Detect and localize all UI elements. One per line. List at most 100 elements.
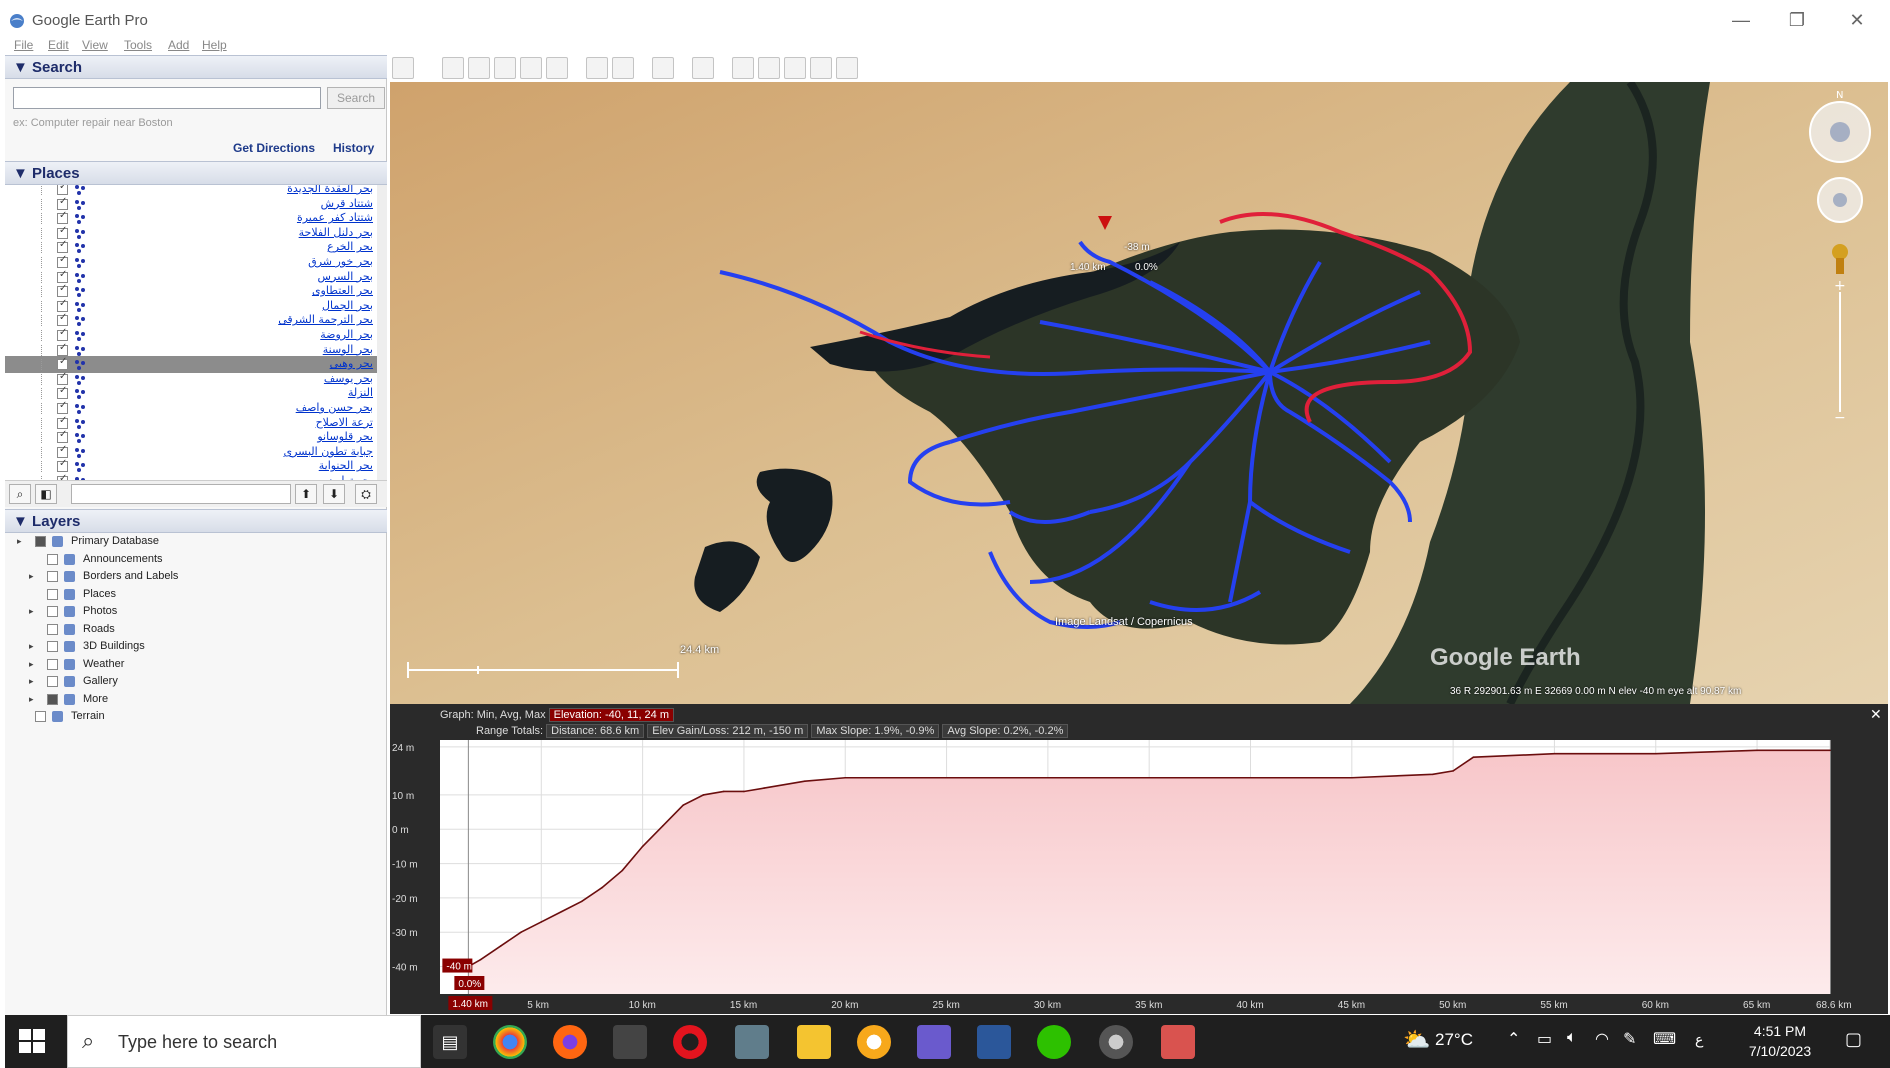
move-down-icon[interactable]: ⬇ [323,484,345,504]
layer-item[interactable]: Announcements [17,551,377,568]
layer-item[interactable]: ▸ Borders and Labels [17,568,377,585]
history-link[interactable]: History [333,141,374,155]
get-directions-link[interactable]: Get Directions [233,141,315,155]
places-panel-header[interactable]: ▼ Places [5,161,387,185]
place-item-label[interactable]: ترعة الاصلاح [316,416,373,429]
tour-icon[interactable]: ⛭ [355,484,377,504]
earth-globe-icon[interactable] [836,57,858,79]
close-button[interactable]: ✕ [1842,8,1872,32]
google-earth-taskbar-icon[interactable] [1099,1025,1133,1059]
place-checkbox[interactable] [57,283,68,298]
place-checkbox[interactable] [57,458,68,473]
place-checkbox[interactable] [57,429,68,444]
place-item-label[interactable]: بحر خور شرق [308,255,373,268]
chevron-up-icon[interactable]: ⌃ [1507,1029,1520,1049]
opera-icon[interactable] [673,1025,707,1059]
place-item-label[interactable]: النزلة [348,386,373,399]
sunlight-icon[interactable] [612,57,634,79]
clock-date[interactable]: 7/10/2023 [1735,1043,1825,1059]
zoom-out-icon[interactable]: − [1834,410,1846,426]
search-input[interactable] [13,87,321,109]
place-checkbox[interactable] [57,254,68,268]
place-item-label[interactable]: بحر الجمال [322,299,373,312]
chrome-icon[interactable] [493,1025,527,1059]
menu-view[interactable]: View [82,38,108,52]
expand-arrow-icon[interactable]: ▸ [29,571,34,582]
calculator-icon[interactable] [735,1025,769,1059]
place-item-label[interactable]: بحر الحنواية [319,459,373,472]
volume-icon[interactable]: 🔈︎ [1567,1029,1577,1047]
place-item-label[interactable]: بحر دلنل الفلاحة [299,226,373,239]
expand-arrow-icon[interactable]: ▸ [29,694,34,705]
email-icon[interactable] [732,57,754,79]
place-item-label[interactable]: بحر تطون [327,474,373,480]
record-tour-icon[interactable] [546,57,568,79]
place-item-label[interactable]: بحر الخرع [327,240,373,253]
place-checkbox[interactable] [57,415,68,429]
place-checkbox[interactable] [57,269,68,283]
elevation-chart[interactable]: 24 m 10 m 0 m -10 m -20 m -30 m -40 m 5 km 10 km… [390,704,1888,1014]
expand-arrow-icon[interactable]: ▸ [17,536,22,547]
browser-shield-icon[interactable] [857,1025,891,1059]
street-view-pegman-icon[interactable] [1832,244,1848,260]
layer-item[interactable]: ▸ Gallery [17,673,377,690]
layer-checkbox[interactable] [47,571,58,582]
expand-arrow-icon[interactable]: ▸ [29,659,34,670]
view-in-maps-icon[interactable] [810,57,832,79]
menu-tools[interactable]: Tools [124,38,152,52]
places-filter-input[interactable] [71,484,291,504]
task-view-icon[interactable]: ▤ [433,1025,467,1059]
pen-icon[interactable]: ✎ [1623,1029,1636,1049]
place-item-label[interactable]: شتتاد قرش [321,197,373,210]
keyboard-icon[interactable]: ⌨ [1653,1029,1676,1049]
place-checkbox[interactable] [57,210,68,225]
place-checkbox[interactable] [57,239,68,254]
menu-file[interactable]: File [14,38,33,52]
windows-start-icon[interactable] [19,1029,47,1055]
layers-panel-header[interactable]: ▼ Layers [5,509,387,533]
place-item-label[interactable]: شتتاد كفر عميرة [297,211,373,224]
search-places-icon[interactable]: ⌕ [9,484,31,504]
layer-checkbox[interactable] [47,553,58,565]
layer-checkbox[interactable] [47,588,58,600]
layer-checkbox[interactable] [47,658,58,670]
search-button[interactable]: Search [327,87,385,109]
app-bird-icon[interactable] [917,1025,951,1059]
wifi-icon[interactable]: ◠ [1595,1029,1609,1049]
place-item-label[interactable]: بحر حسن واصف [296,401,373,414]
print-icon[interactable] [758,57,780,79]
place-item-label[interactable]: بحر العتطاوى [312,284,373,297]
file-explorer-icon[interactable] [797,1025,831,1059]
expand-arrow-icon[interactable]: ▸ [29,676,34,687]
place-item-label[interactable]: بحر قلوسانو [317,430,373,443]
place-checkbox[interactable] [57,444,68,458]
expand-arrow-icon[interactable]: ▸ [29,606,34,617]
layer-checkbox[interactable] [47,641,58,652]
search-panel-header[interactable]: ▼ Search [5,55,387,79]
sidebar-toggle-icon[interactable] [392,57,414,79]
polygon-icon[interactable] [468,57,490,79]
placemark-icon[interactable] [442,57,464,79]
snipping-tool-icon[interactable] [1161,1025,1195,1059]
places-scrollbar[interactable] [377,185,387,480]
layer-item[interactable]: Places [17,586,377,603]
place-checkbox[interactable] [57,400,68,414]
place-checkbox[interactable] [57,196,68,210]
place-checkbox[interactable] [57,356,68,371]
calendar-app-icon[interactable] [613,1025,647,1059]
place-item-label[interactable]: بحر الترجمة الشرقى [278,313,373,326]
place-checkbox[interactable] [57,327,68,341]
taskbar-search-box[interactable]: ⌕ Type here to search [67,1015,421,1068]
layer-checkbox[interactable] [47,693,58,705]
place-checkbox[interactable] [57,185,68,195]
place-item-label[interactable]: بحر الروضة [320,328,373,341]
path-icon[interactable] [494,57,516,79]
menu-edit[interactable]: Edit [48,38,69,52]
place-checkbox[interactable] [57,225,68,239]
zoom-in-icon[interactable]: + [1834,278,1846,294]
place-checkbox[interactable] [57,342,68,356]
minimize-button[interactable]: — [1726,8,1756,32]
layer-item[interactable]: ▸ Photos [17,603,377,620]
place-item-label[interactable]: بحر العقدة الجديدة [287,185,373,195]
place-checkbox[interactable] [57,312,68,327]
